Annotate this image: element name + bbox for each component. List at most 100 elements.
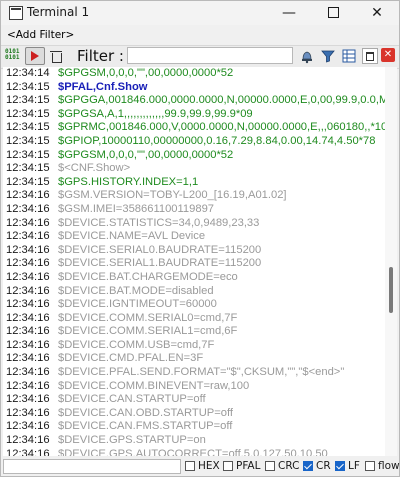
- log-timestamp: 12:34:16: [6, 298, 50, 311]
- log-message: $GPIOP,10000110,00000000,0.16,7.29,8.84,…: [58, 134, 376, 147]
- log-line: 12:34:16 $DEVICE.CAN.STARTUP=off: [3, 393, 385, 407]
- log-message: $DEVICE.CAN.OBD.STARTUP=off: [58, 406, 234, 419]
- lf-option[interactable]: LF: [335, 460, 360, 472]
- log-timestamp: 12:34:15: [6, 80, 50, 93]
- log-timestamp: 12:34:16: [6, 338, 50, 351]
- crc-checkbox[interactable]: [265, 461, 275, 471]
- flow-option[interactable]: flow: [365, 460, 400, 472]
- binary-view-button[interactable]: 0101 0101: [5, 48, 21, 65]
- log-line: 12:34:16 $DEVICE.GPS.AUTOCORRECT=off,5.0,…: [3, 448, 385, 456]
- log-line: 12:34:16 $DEVICE.CAN.FMS.STARTUP=off: [3, 420, 385, 434]
- log-timestamp: 12:34:16: [6, 325, 50, 338]
- log-message: $DEVICE.SERIAL1.BAUDRATE=115200: [58, 257, 262, 270]
- add-filter-tab[interactable]: <Add Filter>: [7, 29, 74, 41]
- restore-pane-button[interactable]: [362, 48, 378, 64]
- log-message: $GSM.VERSION=TOBY-L200_[16.19,A01.02]: [58, 189, 287, 202]
- cr-option[interactable]: CR: [303, 460, 331, 472]
- hex-option[interactable]: HEX: [185, 460, 220, 472]
- log-line: 12:34:16 $GSM.VERSION=TOBY-L200_[16.19,A0…: [3, 189, 385, 203]
- log-line: 12:34:16 $DEVICE.BAT.CHARGEMODE=eco: [3, 271, 385, 285]
- log-message: $DEVICE.BAT.CHARGEMODE=eco: [58, 270, 238, 283]
- crc-label: CRC: [278, 460, 300, 472]
- clear-button[interactable]: [49, 48, 65, 64]
- bell-icon: [302, 51, 312, 64]
- log-line: 12:34:16 $DEVICE.COMM.SERIAL1=cmd,6F: [3, 325, 385, 339]
- highlight-button[interactable]: [299, 48, 315, 64]
- hex-checkbox[interactable]: [185, 461, 195, 471]
- pfal-option[interactable]: PFAL: [223, 460, 260, 472]
- log-message: $DEVICE.COMM.USB=cmd,7F: [58, 338, 215, 351]
- send-input[interactable]: [3, 459, 181, 474]
- play-button[interactable]: [25, 47, 45, 65]
- play-icon: [31, 51, 39, 61]
- log-timestamp: 12:34:16: [6, 230, 50, 243]
- window-title: Terminal 1: [27, 5, 90, 19]
- log-message: $DEVICE.CMD.PFAL.EN=3F: [58, 352, 204, 365]
- log-line: 12:34:16 $DEVICE.STATISTICS=34,0,9489,23,…: [3, 217, 385, 231]
- log-message: $DEVICE.CAN.STARTUP=off: [58, 393, 206, 406]
- log-message: $<CNF.Show>: [58, 162, 131, 175]
- binary-icon: 0101 0101: [5, 48, 20, 61]
- close-window-button[interactable]: ✕: [355, 1, 399, 25]
- maximize-button[interactable]: [311, 1, 355, 25]
- log-message: $DEVICE.SERIAL0.BAUDRATE=115200: [58, 243, 262, 256]
- log-timestamp: 12:34:15: [6, 148, 50, 161]
- log-timestamp: 12:34:15: [6, 162, 50, 175]
- log-line: 12:34:15 $GPS.HISTORY.INDEX=1,1: [3, 176, 385, 190]
- title-bar[interactable]: Terminal 1 — ✕: [1, 1, 399, 25]
- log-message: $DEVICE.PFAL.SEND.FORMAT="$",CKSUM,"","$…: [58, 366, 345, 379]
- log-line: 12:34:16 $DEVICE.SERIAL1.BAUDRATE=115200: [3, 257, 385, 271]
- log-line: 12:34:15 $GPRMC,001846.000,V,0000.0000,N,…: [3, 121, 385, 135]
- log-timestamp: 12:34:16: [6, 406, 50, 419]
- log-timestamp: 12:34:15: [6, 175, 50, 188]
- lf-checkbox[interactable]: [335, 461, 345, 471]
- filter-input[interactable]: [127, 47, 293, 64]
- funnel-icon: [321, 50, 335, 63]
- log-line: 12:34:16 $DEVICE.NAME=AVL Device: [3, 230, 385, 244]
- log-line: 12:34:16 $GSM.IMEI=358661100119897: [3, 203, 385, 217]
- log-line: 12:34:16 $DEVICE.COMM.BINEVENT=raw,100: [3, 380, 385, 394]
- log-message: $DEVICE.STATISTICS=34,0,9489,23,33: [58, 216, 260, 229]
- log-line: 12:34:15 $GPGSA,A,1,,,,,,,,,,,,,99.9,99.9…: [3, 108, 385, 122]
- terminal-window: Terminal 1 — ✕ <Add Filter> 0101 0101 Fi…: [0, 0, 400, 477]
- terminal-output[interactable]: 12:34:14 $GPGSM,0,0,0,"",00,0000,0000*52 1…: [3, 67, 385, 456]
- cr-checkbox[interactable]: [303, 461, 313, 471]
- window-icon: [366, 51, 374, 61]
- log-line: 12:34:16 $DEVICE.PFAL.SEND.FORMAT="$",CKS…: [3, 366, 385, 380]
- log-line: 12:34:15 $<CNF.Show>: [3, 162, 385, 176]
- minimize-icon: —: [282, 5, 296, 21]
- log-message: $DEVICE.BAT.MODE=disabled: [58, 284, 214, 297]
- layout-button[interactable]: [341, 48, 357, 64]
- log-timestamp: 12:34:16: [6, 270, 50, 283]
- log-message: $DEVICE.CAN.FMS.STARTUP=off: [58, 420, 233, 433]
- close-terminal-button[interactable]: ✕: [381, 48, 395, 62]
- lf-label: LF: [348, 460, 360, 472]
- filter-tabs-bar: <Add Filter>: [1, 27, 399, 45]
- log-timestamp: 12:34:16: [6, 202, 50, 215]
- log-line: 12:34:16 $DEVICE.CMD.PFAL.EN=3F: [3, 352, 385, 366]
- cr-label: CR: [316, 460, 331, 472]
- log-line: 12:34:15 $GPGGA,001846.000,0000.0000,N,00…: [3, 94, 385, 108]
- pfal-checkbox[interactable]: [223, 461, 233, 471]
- flow-checkbox[interactable]: [365, 461, 375, 471]
- log-timestamp: 12:34:16: [6, 379, 50, 392]
- vertical-scrollbar[interactable]: [385, 67, 397, 456]
- flow-label: flow: [378, 460, 400, 472]
- crc-option[interactable]: CRC: [265, 460, 299, 472]
- log-timestamp: 12:34:15: [6, 107, 50, 120]
- log-line: 12:34:16 $DEVICE.COMM.SERIAL0=cmd,7F: [3, 312, 385, 326]
- log-line: 12:34:16 $DEVICE.SERIAL0.BAUDRATE=115200: [3, 244, 385, 258]
- log-message: $GPGSM,0,0,0,"",00,0000,0000*52: [58, 67, 234, 79]
- scrollbar-thumb[interactable]: [389, 267, 393, 313]
- minimize-button[interactable]: —: [267, 1, 311, 25]
- terminal-app-icon: [9, 6, 23, 20]
- log-message: $DEVICE.COMM.BINEVENT=raw,100: [58, 379, 250, 392]
- log-message: $DEVICE.COMM.SERIAL1=cmd,6F: [58, 325, 238, 338]
- toolbar: 0101 0101 Filter : ✕: [1, 45, 399, 69]
- log-message: $DEVICE.IGNTIMEOUT=60000: [58, 298, 217, 311]
- log-message: $DEVICE.GPS.STARTUP=on: [58, 434, 206, 447]
- log-timestamp: 12:34:16: [6, 257, 50, 270]
- hex-label: HEX: [198, 460, 220, 472]
- filter-settings-button[interactable]: [320, 48, 336, 64]
- log-timestamp: 12:34:16: [6, 352, 50, 365]
